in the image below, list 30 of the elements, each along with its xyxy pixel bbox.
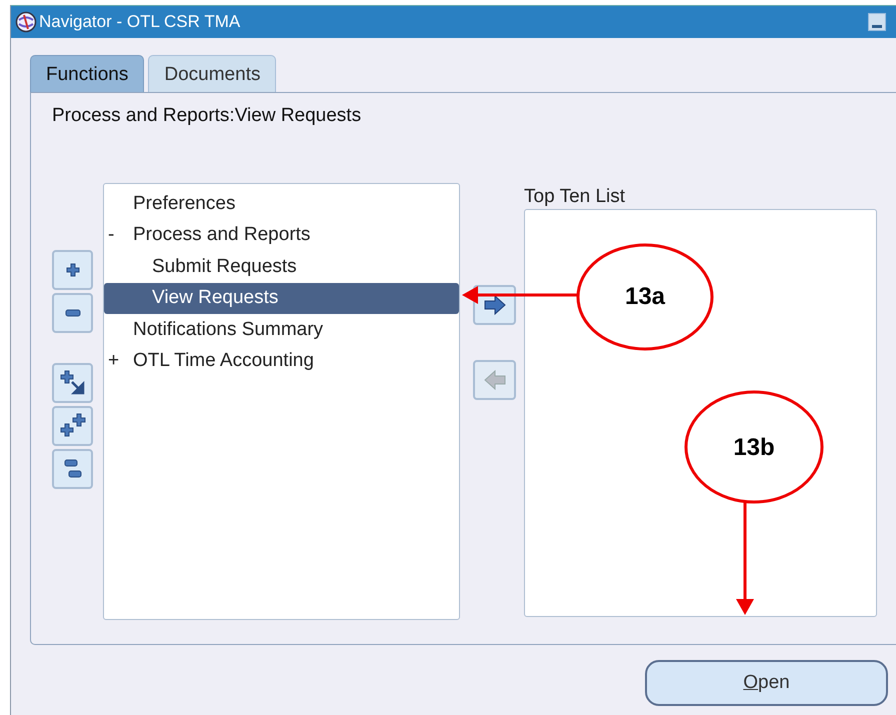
plus-icon xyxy=(64,262,80,278)
tree-item[interactable]: + OTL Time Accounting xyxy=(104,346,459,377)
double-minus-icon xyxy=(62,458,82,480)
breadcrumb-path: Process and Reports:View Requests xyxy=(52,105,362,127)
open-button[interactable]: Open xyxy=(645,660,888,706)
callout-label: 13a xyxy=(624,283,666,310)
tree-item[interactable]: - Process and Reports xyxy=(104,220,459,251)
tree-item[interactable]: View Requests xyxy=(104,282,459,314)
expander-sign[interactable]: + xyxy=(108,350,120,372)
minimize-button[interactable] xyxy=(868,13,886,31)
tab[interactable]: Functions xyxy=(30,55,144,92)
expand-button[interactable] xyxy=(52,250,93,290)
tree-item[interactable]: Notifications Summary xyxy=(104,314,459,346)
collapse-all-button[interactable] xyxy=(52,449,93,489)
double-plus-icon xyxy=(60,413,86,439)
expand-branch-button[interactable] xyxy=(52,363,93,403)
expand-all-button[interactable] xyxy=(52,406,93,446)
callout-label: 13b xyxy=(733,434,775,461)
tab[interactable]: Documents xyxy=(148,55,276,92)
globe-icon xyxy=(15,11,37,33)
list-label: Top Ten List xyxy=(524,186,626,208)
right-arrow-icon xyxy=(482,295,506,315)
minus-icon xyxy=(64,309,80,317)
tree-item[interactable]: Submit Requests xyxy=(104,251,459,282)
plus-arrow-icon xyxy=(60,370,86,396)
window-title: Navigator - OTL CSR TMA xyxy=(39,12,240,32)
left-arrow-icon xyxy=(482,370,506,390)
tree-item[interactable]: Preferences xyxy=(104,188,459,220)
expander-sign[interactable]: - xyxy=(108,224,114,246)
collapse-button[interactable] xyxy=(52,293,93,333)
